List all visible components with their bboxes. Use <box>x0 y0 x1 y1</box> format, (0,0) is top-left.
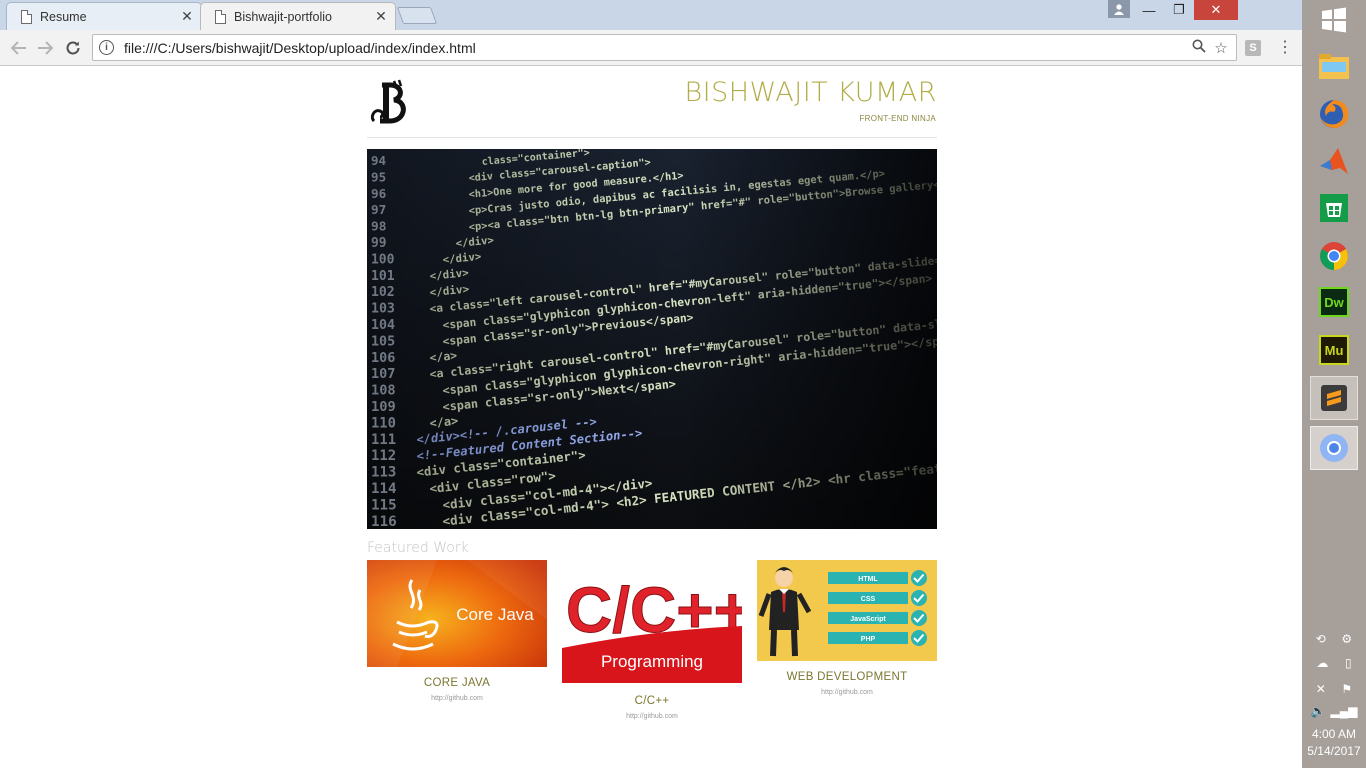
address-bar[interactable]: i file:///C:/Users/bishwajit/Desktop/upl… <box>92 34 1237 61</box>
sublime-text-icon[interactable] <box>1310 376 1358 420</box>
minimize-button[interactable]: — <box>1134 0 1164 20</box>
sync-icon[interactable]: ⟲ <box>1316 632 1326 646</box>
tab-strip: Resume ✕ Bishwajit-portfolio ✕ — ❐ ✕ <box>0 0 1302 30</box>
tab-bishwajit-portfolio[interactable]: Bishwajit-portfolio ✕ <box>200 2 396 30</box>
close-tab-icon[interactable]: ✕ <box>179 8 195 25</box>
clock-date[interactable]: 5/14/2017 <box>1302 744 1366 758</box>
signal-bars-icon[interactable]: ▂▄▆ <box>1331 704 1358 718</box>
tray-row-4: 🔈 ▂▄▆ <box>1308 704 1360 718</box>
site-logo[interactable] <box>368 79 416 125</box>
battery-icon[interactable]: ▯ <box>1345 656 1352 670</box>
browser-toolbar: i file:///C:/Users/bishwajit/Desktop/upl… <box>0 30 1302 66</box>
skill-label: CSS <box>861 596 876 603</box>
cpp-thumbnail[interactable]: C/C++ Programming <box>562 560 742 683</box>
action-center-flag-icon[interactable]: ⚑ <box>1341 682 1352 696</box>
back-arrow-icon[interactable] <box>8 37 30 59</box>
window-controls: — ❐ ✕ <box>1108 0 1238 20</box>
tab-title: Bishwajit-portfolio <box>234 9 332 24</box>
tray-row-3: ✕ ⚑ <box>1308 682 1360 696</box>
volume-icon[interactable]: 🔈 <box>1311 704 1326 718</box>
user-profile-icon[interactable] <box>1108 0 1130 18</box>
dreamweaver-icon[interactable]: Dw <box>1310 280 1358 324</box>
work-link[interactable]: http://github.com <box>757 689 937 696</box>
site-subtitle: FRONT-END NINJA <box>859 114 936 123</box>
onedrive-cloud-icon[interactable]: ☁ <box>1316 656 1328 670</box>
zoom-search-icon[interactable] <box>1188 39 1210 57</box>
tab-resume[interactable]: Resume ✕ <box>6 2 202 30</box>
check-icon <box>911 610 927 626</box>
work-card-core-java[interactable]: Core Java CORE JAVA http://github.com <box>367 560 547 702</box>
extension-icon[interactable]: S <box>1245 40 1261 56</box>
bookmark-star-icon[interactable]: ☆ <box>1210 39 1232 57</box>
skill-label: JavaScript <box>850 616 886 623</box>
check-icon <box>911 570 927 586</box>
work-title[interactable]: C/C++ <box>562 695 742 707</box>
close-tab-icon[interactable]: ✕ <box>373 8 389 25</box>
page-icon <box>215 9 226 24</box>
page-icon <box>21 9 32 24</box>
web-page: BISHWAJIT KUMAR FRONT-END NINJA 94class=… <box>0 67 1302 768</box>
network-off-icon[interactable]: ✕ <box>1316 682 1326 696</box>
skill-label: PHP <box>861 636 876 643</box>
windows-start-icon[interactable] <box>1320 6 1348 34</box>
hero-code-image: 94class="container">95<div class="carous… <box>367 149 937 529</box>
menu-icon[interactable]: ⋮ <box>1276 38 1294 58</box>
muse-icon[interactable]: Mu <box>1310 328 1358 372</box>
settings-gear-icon[interactable]: ⚙ <box>1341 632 1352 646</box>
chrome-active-icon[interactable] <box>1310 426 1358 470</box>
tray-row-1: ⟲ ⚙ <box>1308 632 1360 646</box>
chrome-icon[interactable] <box>1310 234 1358 278</box>
forward-arrow-icon[interactable] <box>34 37 56 59</box>
clock-time[interactable]: 4:00 AM <box>1302 727 1366 741</box>
file-explorer-icon[interactable] <box>1310 44 1358 88</box>
site-title: BISHWAJIT KUMAR <box>684 77 937 108</box>
url-text: file:///C:/Users/bishwajit/Desktop/uploa… <box>124 39 476 56</box>
reload-icon[interactable] <box>62 37 84 59</box>
web-development-thumbnail[interactable]: HTML CSS JavaScript PHP <box>757 560 937 661</box>
work-card-cpp[interactable]: C/C++ Programming C/C++ http://github.co… <box>562 560 742 720</box>
new-tab-button[interactable] <box>396 7 438 24</box>
check-icon <box>911 630 927 646</box>
windows-taskbar: Dw Mu ⟲ ⚙ ☁ ▯ ✕ ⚑ 🔈 ▂▄▆ 4:00 AM 5/14/201… <box>1302 0 1366 768</box>
check-icon <box>911 590 927 606</box>
page-info-icon[interactable]: i <box>99 40 114 55</box>
work-title[interactable]: WEB DEVELOPMENT <box>757 671 937 683</box>
store-icon[interactable] <box>1310 186 1358 230</box>
core-java-thumbnail[interactable]: Core Java <box>367 560 547 667</box>
cpp-thumb-sub: Programming <box>601 652 703 671</box>
matlab-icon[interactable] <box>1310 140 1358 184</box>
work-title[interactable]: CORE JAVA <box>367 677 547 689</box>
svg-text:Dw: Dw <box>1324 295 1344 310</box>
firefox-icon[interactable] <box>1310 92 1358 136</box>
restore-button[interactable]: ❐ <box>1164 0 1194 20</box>
close-window-button[interactable]: ✕ <box>1194 0 1238 20</box>
tab-title: Resume <box>40 9 87 24</box>
header-divider <box>367 137 937 138</box>
svg-text:Mu: Mu <box>1325 343 1344 358</box>
core-java-thumb-text: Core Java <box>456 605 534 624</box>
skill-label: HTML <box>858 576 878 583</box>
tray-row-2: ☁ ▯ <box>1308 656 1360 670</box>
work-card-web-development[interactable]: HTML CSS JavaScript PHP WEB DEVELOPMENT htt… <box>757 560 937 696</box>
work-link[interactable]: http://github.com <box>562 713 742 720</box>
featured-work-heading: Featured Work <box>367 540 469 556</box>
work-link[interactable]: http://github.com <box>367 695 547 702</box>
